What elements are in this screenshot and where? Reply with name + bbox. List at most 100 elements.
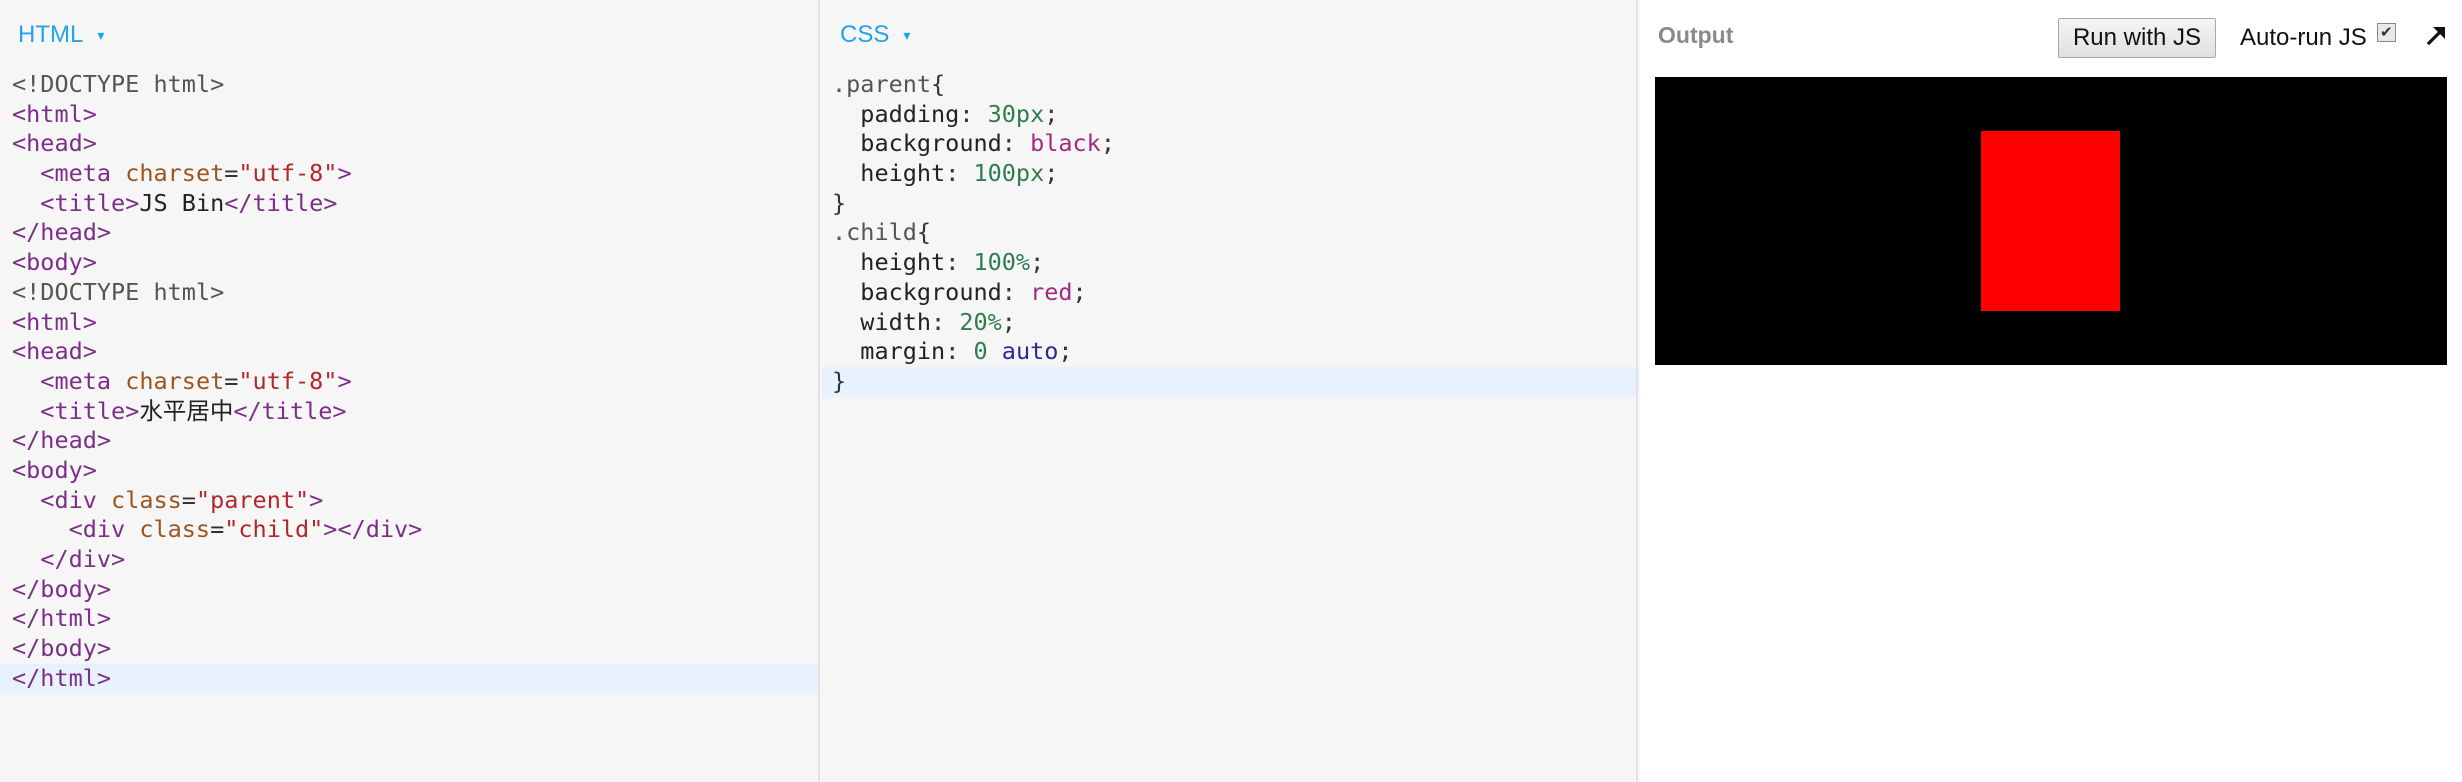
code-token: </head> (12, 426, 112, 455)
code-line[interactable]: .parent{ (822, 70, 1636, 100)
code-token: <div (68, 515, 126, 544)
code-token: background (860, 277, 1002, 306)
code-token: class (139, 515, 211, 544)
output-panel: Output Run with JS Auto-run JS ✔ (1640, 0, 2462, 782)
code-token: auto (1001, 337, 1059, 366)
code-line[interactable]: <title>水平居中</title> (0, 397, 818, 427)
code-token: 30px (987, 99, 1045, 128)
code-line[interactable]: <body> (0, 248, 818, 278)
dropdown-arrow-icon[interactable]: ▾ (903, 28, 910, 42)
code-line[interactable]: <html> (0, 308, 818, 338)
code-line[interactable]: <html> (0, 100, 818, 130)
code-token: = (224, 159, 239, 188)
code-token: <meta (40, 159, 112, 188)
code-line[interactable]: padding: 30px; (822, 100, 1636, 130)
code-token: <head> (12, 337, 97, 366)
code-token: ; (1044, 99, 1059, 128)
code-line[interactable]: .child{ (822, 218, 1636, 248)
code-line[interactable]: </html> (0, 604, 818, 634)
code-token: height (860, 159, 946, 188)
code-line[interactable]: } (822, 189, 1636, 219)
code-token: ; (1044, 159, 1059, 188)
code-line[interactable]: background: black; (822, 129, 1636, 159)
preview-child-box (1981, 131, 2120, 311)
auto-run-js-toggle[interactable]: Auto-run JS ✔ (2240, 22, 2396, 52)
code-token: <html> (12, 307, 97, 336)
code-token: > (337, 366, 352, 395)
code-line[interactable]: } (822, 366, 1636, 397)
code-token: = (181, 485, 196, 514)
code-line[interactable]: <head> (0, 337, 818, 367)
code-line[interactable]: <!DOCTYPE html> (0, 70, 818, 100)
code-token: : (945, 159, 974, 188)
code-line[interactable]: <meta charset="utf-8"> (0, 159, 818, 189)
code-token: </html> (12, 604, 112, 633)
code-line[interactable]: width: 20%; (822, 308, 1636, 338)
code-token: "child" (224, 515, 324, 544)
code-line[interactable]: height: 100px; (822, 159, 1636, 189)
code-token: <!DOCTYPE html> (12, 70, 225, 98)
code-line[interactable]: </head> (0, 218, 818, 248)
code-line[interactable]: </body> (0, 634, 818, 664)
html-editor-panel: HTML ▾ <!DOCTYPE html> <html> <head> <meta… (0, 0, 820, 782)
code-line[interactable]: </body> (0, 575, 818, 605)
code-line[interactable]: <div class="child"></div> (0, 515, 818, 545)
code-token: background (860, 129, 1002, 158)
html-panel-header[interactable]: HTML ▾ (0, 0, 818, 70)
code-token: ></div> (323, 515, 423, 544)
code-line[interactable]: </head> (0, 426, 818, 456)
code-line[interactable]: <title>JS Bin</title> (0, 189, 818, 219)
auto-run-js-label: Auto-run JS (2240, 24, 2367, 51)
code-token: <!DOCTYPE html> (12, 277, 225, 306)
css-code-editor[interactable]: .parent{ padding: 30px; background: blac… (822, 70, 1636, 397)
auto-run-js-checkbox[interactable]: ✔ (2376, 22, 2396, 42)
preview-parent-box (1655, 77, 2447, 365)
code-token: "parent" (195, 485, 310, 514)
code-line[interactable]: background: red; (822, 278, 1636, 308)
code-token: JS Bin (139, 188, 225, 217)
code-token: : (959, 99, 988, 128)
code-token: </body> (12, 634, 112, 663)
code-line[interactable]: margin: 0 auto; (822, 337, 1636, 367)
output-header: Output Run with JS Auto-run JS ✔ (1640, 0, 2462, 70)
code-token: </body> (12, 574, 112, 603)
css-editor-panel: CSS ▾ .parent{ padding: 30px; background… (822, 0, 1638, 782)
code-line[interactable]: <div class="parent"> (0, 486, 818, 516)
code-line[interactable]: <body> (0, 456, 818, 486)
code-line[interactable]: <!DOCTYPE html> (0, 278, 818, 308)
code-token: </title> (224, 188, 338, 217)
html-code-editor[interactable]: <!DOCTYPE html> <html> <head> <meta charse… (0, 70, 818, 694)
html-panel-label[interactable]: HTML (18, 21, 83, 49)
code-token: black (1030, 129, 1101, 158)
run-with-js-button[interactable]: Run with JS (2058, 18, 2216, 58)
code-token: padding (860, 99, 960, 128)
code-token: </div> (40, 545, 126, 573)
css-panel-label[interactable]: CSS (840, 21, 889, 49)
code-token: charset (125, 159, 225, 188)
code-line[interactable]: </html> (0, 663, 818, 694)
css-panel-header[interactable]: CSS ▾ (822, 0, 1636, 70)
code-line[interactable]: </div> (0, 545, 818, 575)
code-token: </html> (12, 663, 112, 692)
code-token: > (82, 129, 97, 158)
code-line[interactable]: height: 100%; (822, 248, 1636, 278)
code-token: class (111, 485, 182, 514)
code-token: < (12, 99, 27, 128)
arrow-up-right-icon[interactable] (2424, 22, 2450, 48)
code-line[interactable]: <meta charset="utf-8"> (0, 367, 818, 397)
code-token: 20% (959, 307, 1002, 336)
code-token: : (945, 248, 974, 277)
dropdown-arrow-icon[interactable]: ▾ (97, 28, 104, 42)
code-line[interactable]: <head> (0, 129, 818, 159)
